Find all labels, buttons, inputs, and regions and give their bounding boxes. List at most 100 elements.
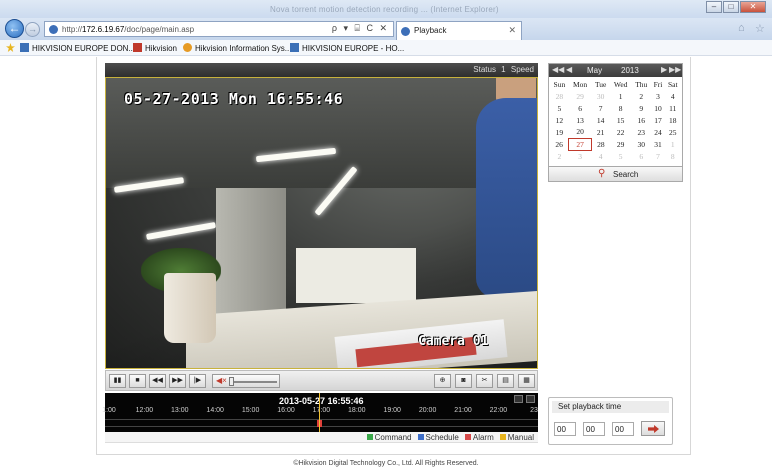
browser-title-bar: Nova torrent motion detection recording … [0,0,772,20]
calendar-day[interactable]: 8 [665,150,680,162]
hour-input[interactable] [554,422,576,436]
calendar-day-selected[interactable]: 27 [568,137,592,151]
tab-close-icon[interactable]: ✕ [508,25,516,36]
calendar-day[interactable]: 3 [651,90,665,102]
calendar-day[interactable]: 28 [550,90,569,102]
calendar-day[interactable]: 22 [610,126,632,138]
timeline-hour-label: 15:00 [241,407,260,414]
calendar-day[interactable]: 4 [591,150,609,162]
favorite-link-1[interactable]: HIKVISION EUROPE DON... [20,43,135,53]
calendar-day[interactable]: 11 [665,102,680,114]
playback-controls: ▮▮ ■ ◀◀ ▶▶ |▶ ◀× ⊕ ◙ ✂ ▤ ▦ [105,370,538,391]
home-icon[interactable]: ⌂ [738,22,745,34]
calendar-year[interactable]: 2013 [621,66,639,75]
calendar-day[interactable]: 10 [651,102,665,114]
favorites-star-icon[interactable] [6,43,18,53]
legend-label: Manual [507,433,534,442]
favorite-link-4[interactable]: HIKVISION EUROPE - HO... [290,43,404,53]
timeline[interactable]: 2013-05-27 16:55:46 1:00 12:00 13:00 14:00 1… [102,393,538,432]
calendar-day[interactable]: 5 [610,150,632,162]
calendar-day[interactable]: 8 [610,102,632,114]
video-player[interactable]: 05-27-2013 Mon 16:55:46 Camera 01 [105,77,538,369]
calendar-day[interactable]: 12 [550,114,569,126]
browser-navigation-bar: ← → http://172.6.19.67/doc/page/main.asp… [0,18,772,40]
calendar-day[interactable]: 2 [632,90,651,102]
calendar-day[interactable]: 31 [651,138,665,150]
calendar-day[interactable]: 20 [569,126,592,138]
timeline-zoom-in-icon[interactable] [514,395,523,403]
calendar-day[interactable]: 6 [569,102,592,114]
page-frame-right [690,57,691,454]
next-month-icon[interactable]: ▶ [661,65,667,74]
calendar-day[interactable]: 16 [632,114,651,126]
timeline-datetime: 2013-05-27 16:55:46 [279,396,364,406]
close-window-button[interactable]: ✕ [740,1,766,13]
calendar-day[interactable]: 19 [550,126,569,138]
calendar-day[interactable]: 25 [665,126,680,138]
calendar-day[interactable]: 30 [632,138,651,150]
favorites-star-icon[interactable]: ☆ [755,22,765,35]
pause-button[interactable]: ▮▮ [109,374,126,388]
second-input[interactable] [612,422,634,436]
calendar-day[interactable]: 6 [632,150,651,162]
next-year-icon[interactable]: ▶▶ [669,65,681,74]
calendar-day[interactable]: 5 [550,102,569,114]
stop-button[interactable]: ■ [129,374,146,388]
go-to-time-button[interactable] [641,421,665,436]
slow-forward-button[interactable]: ◀◀ [149,374,166,388]
calendar-day[interactable]: 23 [632,126,651,138]
calendar-day[interactable]: 30 [591,90,609,102]
snapshot-button[interactable]: ◙ [455,374,472,388]
forward-button[interactable]: → [25,22,40,37]
calendar-day[interactable]: 9 [632,102,651,114]
minute-input[interactable] [583,422,605,436]
calendar-day[interactable]: 1 [610,90,632,102]
calendar-day[interactable]: 3 [569,150,592,162]
calendar-day[interactable]: 15 [610,114,632,126]
address-bar[interactable]: http://172.6.19.67/doc/page/main.asp ρ ▾… [44,21,394,37]
calendar-day[interactable]: 21 [591,126,609,138]
scene-cup [164,273,216,343]
calendar-day[interactable]: 7 [651,150,665,162]
calendar-day[interactable]: 7 [591,102,609,114]
calendar-month[interactable]: May [587,66,602,75]
calendar-day[interactable]: 29 [569,90,592,102]
fast-forward-button[interactable]: ▶▶ [169,374,186,388]
camera-icon: ◙ [461,377,466,384]
volume-track [229,381,277,383]
prev-year-icon[interactable]: ◀◀ [552,65,564,74]
single-frame-button[interactable]: |▶ [189,374,206,388]
calendar-day[interactable]: 18 [665,114,680,126]
legend-items: Command Schedule Alarm Manual [361,433,534,442]
speaker-muted-icon[interactable]: ◀× [216,376,227,385]
timeline-zoom-out-icon[interactable] [526,395,535,403]
calendar-day[interactable]: 17 [651,114,665,126]
clip-button[interactable]: ✂ [476,374,493,388]
maximize-button[interactable]: □ [723,1,739,13]
favorite-link-2[interactable]: Hikvision [133,43,177,53]
download-button[interactable]: ▤ [497,374,514,388]
calendar-day[interactable]: 26 [550,138,569,150]
minimize-button[interactable]: – [706,1,722,13]
digital-zoom-button[interactable]: ⊕ [434,374,451,388]
set-playback-time-panel: Set playback time [548,397,673,445]
favorite-link-3[interactable]: Hikvision Information Sys... [183,43,291,53]
volume-slider[interactable]: ◀× [212,374,280,388]
calendar-day[interactable]: 2 [550,150,569,162]
address-tools[interactable]: ρ ▾ ⌸ C ✕ [332,23,389,34]
tab-playback[interactable]: Playback ✕ [396,21,522,40]
calendar-day[interactable]: 4 [665,90,680,102]
calendar-day[interactable]: 14 [591,114,609,126]
back-button[interactable]: ← [5,19,24,38]
timeline-cursor[interactable] [319,393,320,432]
prev-month-icon[interactable]: ◀ [566,65,572,74]
search-button[interactable]: ⚲ Search [548,166,683,182]
calendar-day[interactable]: 13 [569,114,592,126]
calendar-day[interactable]: 1 [665,138,680,150]
calendar-day[interactable]: 24 [651,126,665,138]
record-list-button[interactable]: ▦ [518,374,535,388]
playback-page: Status 1 Speed 05-27-2013 Mon 16:55:46 C… [0,57,772,468]
calendar-day[interactable]: 28 [591,138,609,150]
calendar-day[interactable]: 29 [610,138,632,150]
volume-knob[interactable] [229,377,234,386]
